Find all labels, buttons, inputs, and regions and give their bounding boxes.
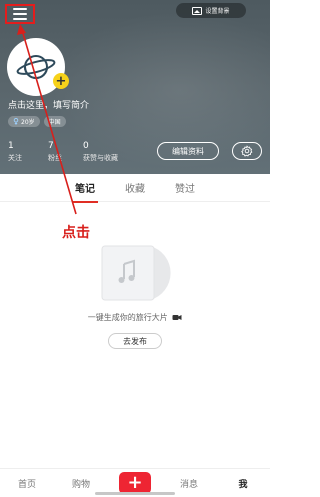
planet-icon xyxy=(16,55,56,79)
location-tag: 中国 xyxy=(43,116,66,127)
home-indicator xyxy=(95,492,175,495)
tab-liked[interactable]: 赞过 xyxy=(175,180,195,197)
set-background-label: 设置背景 xyxy=(205,8,230,15)
stat-followers-label: 粉丝 xyxy=(48,154,62,162)
image-icon xyxy=(192,6,203,15)
menu-icon[interactable] xyxy=(5,4,35,24)
stat-followers-count: 7 xyxy=(48,141,54,151)
set-background-button[interactable]: 设置背景 xyxy=(176,3,246,18)
profile-stats: 1 关注 7 粉丝 0 获赞与收藏 xyxy=(8,141,143,163)
tab-notes[interactable]: 笔记 xyxy=(75,180,95,197)
nav-me[interactable]: 我 xyxy=(216,477,270,490)
nav-home[interactable]: 首页 xyxy=(0,477,54,490)
empty-state-illustration xyxy=(100,244,172,306)
stat-following[interactable]: 1 关注 xyxy=(8,141,48,163)
female-icon xyxy=(13,118,19,125)
stat-likes-count: 0 xyxy=(83,141,89,151)
plus-button[interactable]: + xyxy=(119,472,151,494)
video-camera-icon xyxy=(172,315,182,320)
empty-state-message: 一键生成你的旅行大片 xyxy=(0,312,270,323)
profile-header: 设置背景 + 点击这里，填写简介 20岁 中国 1 关注 7 粉丝 0 获赞与收… xyxy=(0,0,270,174)
nav-publish[interactable]: + xyxy=(108,472,162,494)
stat-followers[interactable]: 7 粉丝 xyxy=(48,141,83,163)
stat-likes-label: 获赞与收藏 xyxy=(83,154,118,162)
stat-following-count: 1 xyxy=(8,141,14,151)
gear-icon xyxy=(241,145,253,157)
annotation-label: 点击 xyxy=(62,225,90,241)
music-record-icon xyxy=(101,245,171,301)
age-label: 20岁 xyxy=(21,119,35,126)
nav-messages[interactable]: 消息 xyxy=(162,477,216,490)
tab-collections[interactable]: 收藏 xyxy=(125,180,145,197)
add-avatar-badge[interactable]: + xyxy=(53,73,69,89)
age-tag: 20岁 xyxy=(8,116,40,127)
empty-state-text: 一键生成你的旅行大片 xyxy=(87,313,168,322)
nav-shopping[interactable]: 购物 xyxy=(54,477,108,490)
publish-button[interactable]: 去发布 xyxy=(108,333,162,349)
bio-placeholder[interactable]: 点击这里，填写简介 xyxy=(8,98,89,111)
content-tabs: 笔记 收藏 赞过 xyxy=(0,176,270,202)
location-label: 中国 xyxy=(48,119,61,126)
stat-following-label: 关注 xyxy=(8,154,22,162)
edit-profile-button[interactable]: 编辑资料 xyxy=(157,142,219,160)
settings-button[interactable] xyxy=(232,142,262,160)
profile-tags: 20岁 中国 xyxy=(8,116,66,127)
stat-likes[interactable]: 0 获赞与收藏 xyxy=(83,141,143,163)
